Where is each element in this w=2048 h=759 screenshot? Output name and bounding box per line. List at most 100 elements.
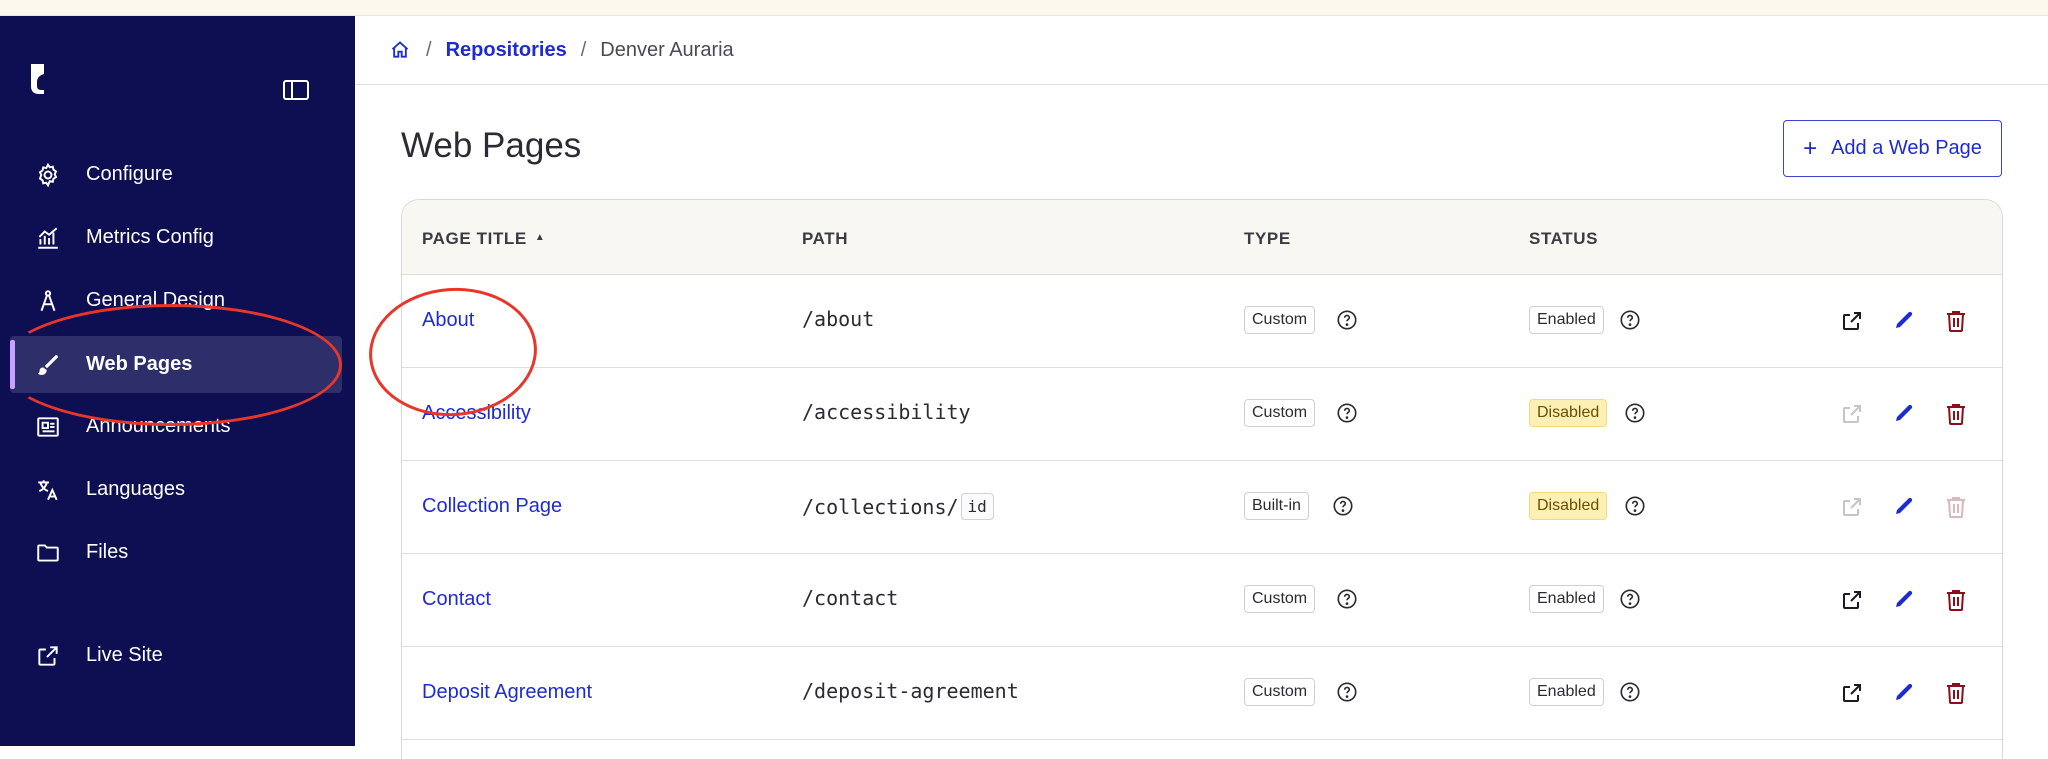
compass-icon: [34, 287, 62, 315]
sidebar-item-languages[interactable]: Languages: [0, 461, 355, 518]
delete-trash-icon[interactable]: [1943, 308, 1969, 334]
gear-icon: [34, 161, 62, 189]
status-badge: Disabled: [1529, 399, 1608, 427]
chart-icon: [34, 224, 62, 252]
translate-icon: [34, 476, 62, 504]
type-badge: Custom: [1244, 678, 1316, 706]
sidebar-item-label: Languages: [86, 478, 185, 500]
edit-pencil-icon[interactable]: [1891, 308, 1917, 334]
type-help-icon[interactable]: [1336, 588, 1358, 610]
column-header-page-title[interactable]: PAGE TITLE ▲: [422, 229, 545, 249]
plus-icon: +: [1803, 134, 1818, 162]
type-badge: Custom: [1244, 306, 1316, 334]
column-header-path: PATH: [802, 229, 849, 248]
type-help-icon[interactable]: [1336, 309, 1358, 331]
sort-ascending-icon: ▲: [534, 232, 546, 243]
status-badge: Disabled: [1529, 492, 1608, 520]
status-badge: Enabled: [1529, 678, 1604, 706]
page-path: /about: [802, 307, 874, 331]
status-badge: Enabled: [1529, 306, 1604, 334]
delete-trash-icon[interactable]: [1943, 587, 1969, 613]
web-pages-table: PAGE TITLE ▲ PATH TYPE STATUS About /abou…: [401, 199, 2003, 759]
page-path-text: /collections/: [802, 494, 959, 519]
delete-trash-icon: [1943, 494, 1969, 520]
sidebar-collapse-icon[interactable]: [282, 78, 310, 102]
page-title-link[interactable]: Contact: [422, 588, 491, 611]
table-row: Deposit Agreement /deposit-agreement Cus…: [402, 647, 2002, 740]
sidebar-item-files[interactable]: Files: [0, 524, 355, 581]
type-badge: Custom: [1244, 585, 1316, 613]
page-path: /deposit-agreement: [802, 679, 1019, 703]
edit-pencil-icon[interactable]: [1891, 587, 1917, 613]
sidebar-item-configure[interactable]: Configure: [0, 146, 355, 203]
table-row: Contact /contact Custom Enabled: [402, 554, 2002, 647]
sidebar: Configure Metrics Config General Design …: [0, 16, 355, 746]
view-page-icon: [1839, 494, 1865, 520]
view-page-icon: [1839, 401, 1865, 427]
breadcrumb-separator: /: [426, 38, 432, 61]
type-help-icon[interactable]: [1332, 495, 1354, 517]
edit-pencil-icon[interactable]: [1891, 494, 1917, 520]
breadcrumb-repositories-link[interactable]: Repositories: [446, 39, 567, 62]
delete-trash-icon[interactable]: [1943, 680, 1969, 706]
type-help-icon[interactable]: [1336, 681, 1358, 703]
page-path: /accessibility: [802, 400, 971, 424]
column-header-label: PAGE TITLE: [422, 229, 527, 248]
active-indicator: [10, 340, 15, 389]
table-header: PAGE TITLE ▲ PATH TYPE STATUS: [402, 200, 2002, 275]
edit-pencil-icon[interactable]: [1891, 401, 1917, 427]
brush-icon: [34, 351, 62, 379]
page-path: /contact: [802, 586, 898, 610]
page-title-link[interactable]: Accessibility: [422, 402, 531, 425]
column-header-status: STATUS: [1529, 229, 1599, 248]
status-help-icon[interactable]: [1624, 402, 1646, 424]
sidebar-item-live-site[interactable]: Live Site: [0, 627, 355, 684]
page-path: /collections/ id: [802, 493, 994, 520]
sidebar-item-metrics-config[interactable]: Metrics Config: [0, 209, 355, 266]
status-help-icon[interactable]: [1624, 495, 1646, 517]
status-help-icon[interactable]: [1619, 681, 1641, 703]
add-web-page-button[interactable]: + Add a Web Page: [1783, 120, 2002, 177]
page-title-link[interactable]: About: [422, 309, 474, 332]
page-title-link[interactable]: Collection Page: [422, 495, 562, 518]
add-web-page-label: Add a Web Page: [1831, 137, 1982, 159]
status-help-icon[interactable]: [1619, 588, 1641, 610]
path-parameter: id: [960, 493, 994, 520]
view-page-icon[interactable]: [1839, 308, 1865, 334]
type-badge: Built-in: [1244, 492, 1309, 520]
newspaper-icon: [34, 413, 62, 441]
main-content: / Repositories / Denver Auraria Web Page…: [355, 16, 2048, 759]
sidebar-item-announcements[interactable]: Announcements: [0, 398, 355, 455]
view-page-icon[interactable]: [1839, 680, 1865, 706]
sidebar-item-label: Configure: [86, 163, 173, 185]
sidebar-item-web-pages[interactable]: Web Pages: [10, 336, 342, 393]
page-path-text: /accessibility: [802, 400, 971, 424]
page-title-link[interactable]: Deposit Agreement: [422, 681, 592, 704]
home-icon[interactable]: [390, 39, 412, 61]
status-help-icon[interactable]: [1619, 309, 1641, 331]
breadcrumb-current: Denver Auraria: [600, 38, 734, 61]
status-badge: Enabled: [1529, 585, 1604, 613]
page-title: Web Pages: [401, 126, 582, 165]
delete-trash-icon[interactable]: [1943, 401, 1969, 427]
sidebar-item-label: Files: [86, 541, 129, 563]
page-path-text: /contact: [802, 586, 899, 610]
sidebar-item-label: Announcements: [86, 415, 231, 437]
sidebar-item-label: Metrics Config: [86, 226, 214, 248]
breadcrumb: / Repositories / Denver Auraria: [355, 16, 2048, 85]
sidebar-item-label: Web Pages: [86, 353, 193, 375]
table-row: Accessibility /accessibility Custom Disa…: [402, 368, 2002, 461]
edit-pencil-icon[interactable]: [1891, 680, 1917, 706]
column-header-type: TYPE: [1244, 229, 1291, 248]
sidebar-item-label: Live Site: [86, 644, 163, 666]
browser-top-strip: [0, 0, 2048, 16]
type-help-icon[interactable]: [1336, 402, 1358, 424]
folder-icon: [34, 539, 62, 567]
view-page-icon[interactable]: [1839, 587, 1865, 613]
sidebar-item-general-design[interactable]: General Design: [0, 272, 355, 329]
app-logo-icon[interactable]: [28, 60, 50, 104]
external-link-icon: [34, 642, 62, 670]
table-row: About /about Custom Enabled: [402, 275, 2002, 368]
table-row: Collection Page /collections/ id Built-i…: [402, 461, 2002, 554]
sidebar-item-label: General Design: [86, 289, 225, 311]
